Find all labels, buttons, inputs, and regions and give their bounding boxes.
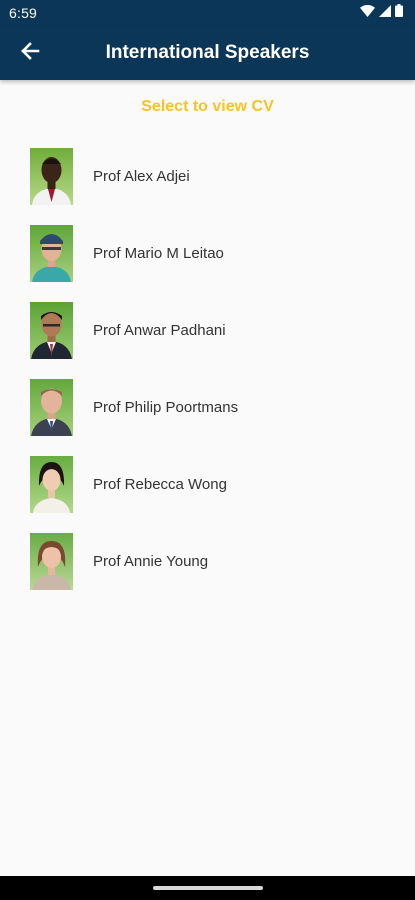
list-item[interactable]: Prof Alex Adjei [0, 148, 415, 225]
avatar [30, 533, 73, 590]
back-button[interactable] [10, 33, 50, 73]
speaker-list: Prof Alex Adjei Prof Mario M Leitao Prof… [0, 148, 415, 610]
list-item[interactable]: Prof Philip Poortmans [0, 379, 415, 456]
wifi-icon [360, 4, 375, 22]
list-item[interactable]: Prof Annie Young [0, 533, 415, 610]
avatar [30, 456, 73, 513]
list-item[interactable]: Prof Anwar Padhani [0, 302, 415, 379]
avatar [30, 148, 73, 205]
arrow-left-icon [20, 41, 40, 66]
app-bar: International Speakers [0, 26, 415, 80]
speaker-name: Prof Annie Young [93, 553, 209, 570]
status-time: 6:59 [9, 5, 38, 21]
speaker-name: Prof Alex Adjei [93, 168, 190, 185]
avatar [30, 379, 73, 436]
speaker-name: Prof Philip Poortmans [93, 399, 239, 416]
page-title: International Speakers [105, 42, 310, 63]
list-item[interactable]: Prof Mario M Leitao [0, 225, 415, 302]
signal-icon [379, 4, 391, 22]
select-hint: Select to view CV [141, 98, 274, 115]
home-gesture-handle[interactable] [153, 886, 263, 890]
navigation-bar [0, 876, 415, 900]
battery-icon [395, 4, 403, 22]
list-item[interactable]: Prof Rebecca Wong [0, 456, 415, 533]
status-icons [360, 4, 403, 22]
avatar [30, 225, 73, 282]
status-bar: 6:59 [0, 0, 415, 26]
speaker-name: Prof Anwar Padhani [93, 322, 226, 339]
speaker-name: Prof Mario M Leitao [93, 245, 224, 262]
speaker-name: Prof Rebecca Wong [93, 476, 227, 493]
avatar [30, 302, 73, 359]
